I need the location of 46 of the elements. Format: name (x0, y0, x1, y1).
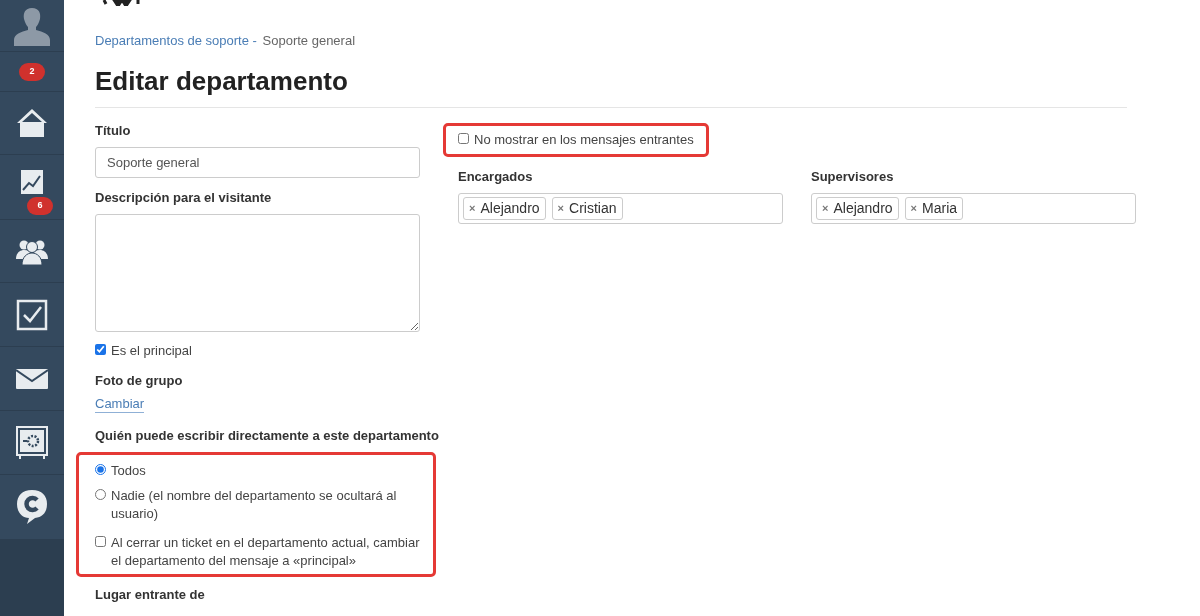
radio-label: Todos (111, 461, 146, 480)
notification-badge: 2 (19, 62, 45, 81)
tag-label: Maria (922, 199, 958, 218)
sidebar-button[interactable] (16, 489, 48, 525)
page-title: Editar departamento (95, 64, 349, 97)
field-label: Lugar entrante de (95, 585, 206, 604)
checkbox-label: No mostrar en los mensajes entrantes (474, 130, 694, 149)
remove-tag-button[interactable]: × (910, 200, 918, 217)
breadcrumb-separator: - (252, 33, 257, 48)
checkbox-icon (16, 298, 48, 331)
envelope-icon (16, 368, 48, 389)
sidebar-button[interactable] (16, 425, 48, 460)
tag-input[interactable]: × Alejandro × Maria (811, 193, 1136, 224)
tag-label: Cristian (569, 199, 617, 218)
sidebar-button[interactable] (15, 107, 49, 139)
home-icon (15, 107, 49, 139)
chart-board-icon (19, 169, 45, 195)
checkbox-label: Al cerrar un ticket en el departamento actual, cambiar el departamento del mensaje a «principal» (111, 533, 421, 570)
tag-label: Alejandro (833, 199, 893, 218)
field-label: Título (95, 121, 132, 140)
breadcrumb-current: Soporte general (262, 33, 356, 48)
checkbox[interactable] (95, 535, 106, 547)
sidebar-button[interactable] (16, 298, 48, 331)
radio-button[interactable] (95, 463, 106, 475)
field-label: Encargados (458, 167, 534, 186)
speech-bubble-icon (16, 489, 48, 525)
field-label: Supervisores (811, 167, 895, 186)
field-label: Foto de grupo (95, 371, 184, 390)
field-label: Descripción para el visitante (95, 189, 273, 207)
remove-tag-button[interactable]: × (822, 200, 829, 217)
tag-input[interactable]: × Alejandro × Cristian (458, 193, 783, 224)
checkbox[interactable] (458, 132, 469, 144)
change-photo-link[interactable]: Cambiar (95, 396, 145, 413)
sidebar-button[interactable] (19, 169, 45, 195)
sidebar-button[interactable] (16, 368, 48, 389)
radio-button[interactable] (95, 488, 106, 500)
tag-label: Alejandro (480, 199, 540, 218)
title-input[interactable]: Soporte general (95, 147, 420, 178)
remove-tag-button[interactable]: × (557, 200, 565, 217)
checkbox[interactable] (95, 343, 106, 355)
remove-tag-button[interactable]: × (469, 200, 476, 217)
safe-icon (16, 425, 48, 460)
breadcrumb-link[interactable]: Departamentos de soporte (95, 33, 249, 48)
checkbox-label: Es el principal (111, 341, 192, 360)
radio-label: Nadie (el nombre del departamento se ocultará al usuario) (111, 486, 398, 523)
notification-badge: 6 (27, 197, 53, 215)
